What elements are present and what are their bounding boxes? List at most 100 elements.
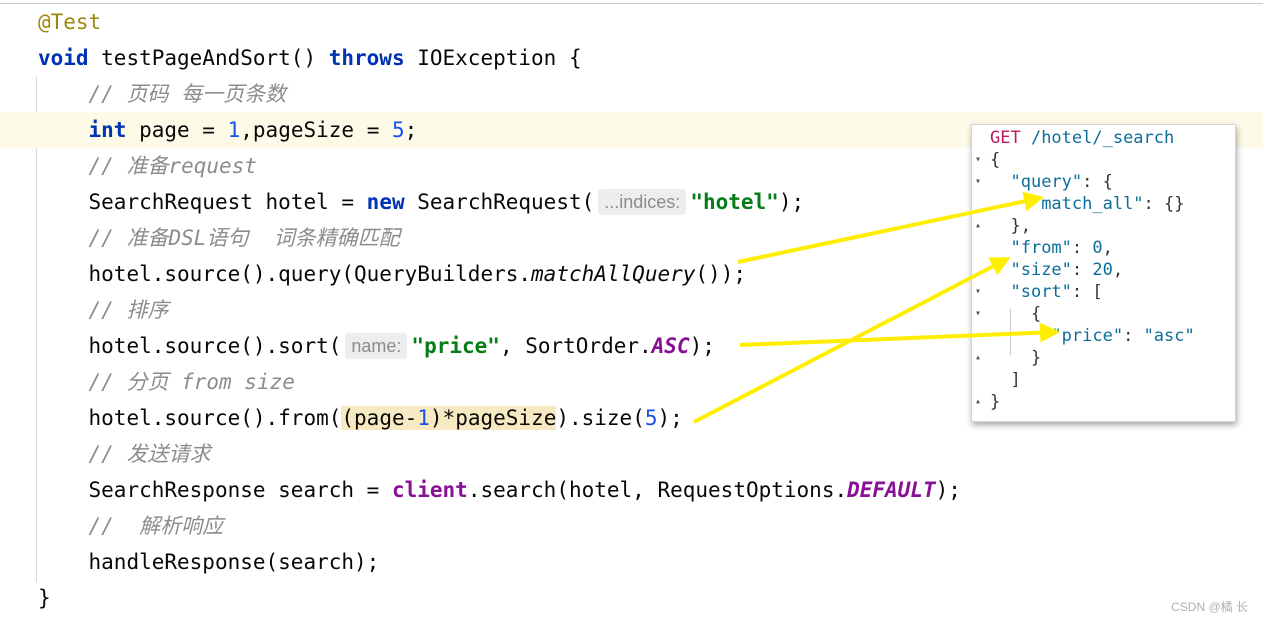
number-literal: 5 [644,406,658,430]
comment-parse: // 解析响应 [88,514,224,538]
json-value-from: 0 [1092,238,1103,258]
json-punct: : [1123,326,1144,346]
json-line: "from": 0, [990,237,1113,259]
code-text: page = [126,118,228,142]
code-line-14: SearchResponse search = client.search(ho… [0,472,1263,508]
comment-send: // 发送请求 [88,442,211,466]
code-text: )*pageSize [429,406,557,430]
constant-default: DEFAULT [847,478,936,502]
comment-sort: // 排序 [88,298,169,322]
keyword-throws: throws [328,46,405,70]
json-key-match-all: "match_all" [1030,194,1144,214]
code-text: hotel.source().from( [88,406,342,430]
json-punct: , [1102,238,1113,258]
json-line: "sort": [ [990,281,1103,303]
http-method: GET [990,128,1021,148]
code-line-3: // 页码 每一页条数 [0,76,1263,112]
json-line: "query": { [990,171,1113,193]
fold-end-icon[interactable]: ▴ [975,391,985,413]
json-punct: : [1071,238,1093,258]
dsl-request-popup: GET /hotel/_search ▾ { ▾ "query": { "mat… [971,124,1236,422]
json-value-price: "asc" [1143,326,1195,346]
code-text: .search(hotel, RequestOptions. [467,478,848,502]
enum-constant-asc: ASC [651,334,690,358]
code-text: SearchResponse search = [88,478,392,502]
static-method-call: matchAllQuery [531,262,696,286]
number-literal: 1 [417,406,430,430]
request-line: GET /hotel/_search [990,127,1174,149]
json-punct: : [1071,260,1093,280]
code-text: ,pageSize = [240,118,392,142]
json-key-price: "price" [1051,326,1124,346]
string-literal-price: "price" [411,334,500,358]
string-literal-hotel: "hotel" [690,190,779,214]
code-text: hotel.source().query(QueryBuilders. [88,262,532,286]
code-line-15: // 解析响应 [0,508,1263,544]
field-client: client [391,478,468,502]
json-line: ] [990,369,1021,391]
code-text: SearchRequest( [404,190,595,214]
json-key-size: "size" [1010,260,1072,280]
json-line: "match_all": {} [990,193,1185,215]
watermark: CSDN @橘 长 [1171,600,1248,614]
number-literal: 1 [227,118,241,142]
json-brace: { [990,150,1001,170]
number-literal: 5 [391,118,405,142]
json-brace: { [1030,304,1042,324]
fold-arrow-icon[interactable]: ▾ [975,171,985,193]
json-key-from: "from" [1010,238,1072,258]
json-punct: : { [1082,172,1113,192]
annotation-test: @Test [37,10,102,34]
keyword-int: int [88,118,127,142]
code-line-2: void testPageAndSort() throws IOExceptio… [0,40,1263,76]
json-value-size: 20 [1092,260,1113,280]
fold-end-icon[interactable]: ▴ [975,347,985,369]
exception-type: IOException { [404,46,582,70]
json-punct: }, [1010,216,1031,236]
json-punct: : [ [1071,282,1103,302]
parameter-hint-name: name: [345,333,408,359]
json-punct: : {} [1143,194,1185,214]
comment-page: // 页码 每一页条数 [88,82,287,106]
method-signature: testPageAndSort() [88,46,329,70]
json-line: } [990,391,1000,413]
code-text: ); [657,406,683,430]
code-text: ()); [695,262,746,286]
keyword-new: new [366,190,405,214]
highlighted-expression: (page-1)*pageSize [341,406,557,430]
code-text: ).size( [556,406,645,430]
json-punct: ] [1010,370,1021,390]
code-text: SearchRequest hotel = [88,190,367,214]
closing-brace: } [37,586,51,610]
fold-end-icon[interactable]: ▴ [975,215,985,237]
code-line-1: @Test [0,4,1263,40]
fold-arrow-icon[interactable]: ▾ [975,303,985,325]
json-brace: } [1030,348,1042,368]
json-line: { [990,303,1041,325]
fold-arrow-icon[interactable]: ▾ [975,149,985,171]
comment-from-size: // 分页 from size [88,370,295,394]
request-path: /hotel/_search [1020,128,1175,148]
code-text: ); [689,334,715,358]
json-line: "size": 20, [990,259,1123,281]
json-line: "price": "asc" [990,325,1195,347]
json-line: { [990,149,1000,171]
json-line: }, [990,215,1031,237]
code-text: , SortOrder. [499,334,652,358]
code-line-16: handleResponse(search); [0,544,1263,580]
fold-arrow-icon[interactable]: ▾ [975,281,985,303]
code-line-17: } [0,580,1263,616]
code-line-13: // 发送请求 [0,436,1263,472]
json-key-query: "query" [1010,172,1083,192]
code-text: ); [935,478,961,502]
code-text: ; [404,118,418,142]
comment-dsl: // 准备DSL语句 词条精确匹配 [88,226,400,250]
code-text: (page- [341,406,418,430]
code-text: ); [778,190,805,214]
parameter-hint-indices: ...indices: [598,189,687,215]
code-text: hotel.source().sort( [88,334,342,358]
json-brace: } [990,392,1001,412]
json-line: } [990,347,1041,369]
json-key-sort: "sort" [1010,282,1072,302]
keyword-void: void [37,46,89,70]
